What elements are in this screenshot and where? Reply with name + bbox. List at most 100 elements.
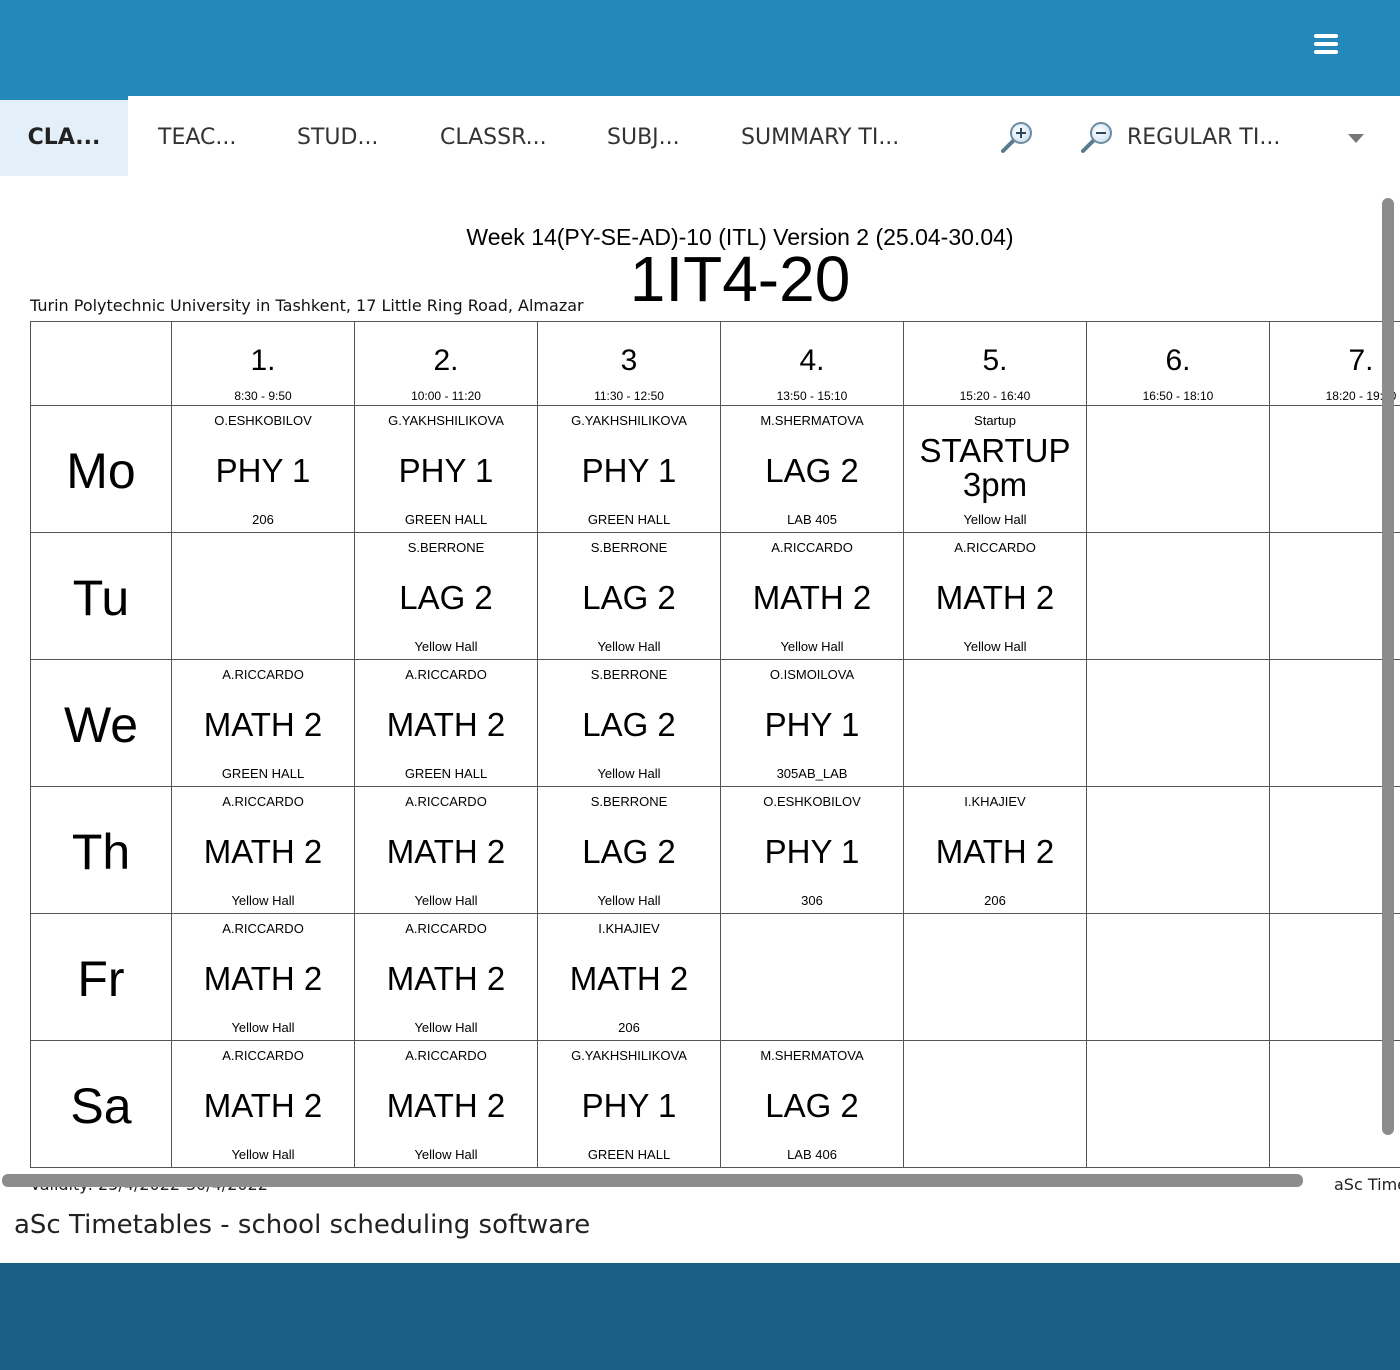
lesson-room: LAB 406 <box>787 1147 837 1162</box>
lesson-subject: LAG 2 <box>765 452 859 489</box>
lesson-subject: MATH 2 <box>935 579 1055 616</box>
empty-slot <box>1270 660 1400 787</box>
period-number: 5. <box>982 344 1008 377</box>
empty-slot <box>1087 914 1270 1041</box>
lesson-card[interactable]: A.RICCARDO MATH 2 Yellow Hall <box>172 787 355 914</box>
lesson-teacher: A.RICCARDO <box>405 667 487 682</box>
period-time: 8:30 - 9:50 <box>234 389 292 403</box>
lesson-teacher: I.KHAJIEV <box>964 794 1026 809</box>
day-row-header: We <box>30 660 172 787</box>
tab-classrooms[interactable]: CLASSR... <box>440 96 547 176</box>
lesson-subject: MATH 2 <box>386 706 506 743</box>
period-header: 4. 13:50 - 15:10 <box>721 321 904 406</box>
tab-students[interactable]: STUD... <box>297 96 378 176</box>
lesson-card[interactable]: G.YAKHSHILIKOVA PHY 1 GREEN HALL <box>538 1041 721 1168</box>
lesson-card[interactable]: A.RICCARDO MATH 2 Yellow Hall <box>355 1041 538 1168</box>
lesson-subject: LAG 2 <box>765 1087 859 1124</box>
lesson-card[interactable]: O.ESHKOBILOV PHY 1 206 <box>172 406 355 533</box>
lesson-card[interactable]: S.BERRONE LAG 2 Yellow Hall <box>538 660 721 787</box>
lesson-subject: PHY 1 <box>764 833 860 870</box>
lesson-room: GREEN HALL <box>587 512 671 527</box>
day-row-header: Th <box>30 787 172 914</box>
lesson-subject: MATH 2 <box>203 960 323 997</box>
lesson-card[interactable]: I.KHAJIEV MATH 2 206 <box>538 914 721 1041</box>
lesson-subject: PHY 1 <box>581 452 677 489</box>
lesson-card[interactable]: G.YAKHSHILIKOVA PHY 1 GREEN HALL <box>538 406 721 533</box>
view-select[interactable]: REGULAR TI... <box>1127 96 1280 176</box>
lesson-teacher: O.ISMOILOVA <box>769 667 855 682</box>
lesson-card[interactable]: I.KHAJIEV MATH 2 206 <box>904 787 1087 914</box>
footer-caption: aSc Timetables - school scheduling softw… <box>14 1210 591 1240</box>
lesson-card[interactable]: A.RICCARDO MATH 2 Yellow Hall <box>355 914 538 1041</box>
lesson-room: Yellow Hall <box>231 893 295 908</box>
horizontal-scrollbar[interactable] <box>2 1174 1303 1187</box>
lesson-teacher: O.ESHKOBILOV <box>214 413 312 428</box>
class-name: 1IT4-20 <box>629 243 851 315</box>
lesson-card[interactable]: G.YAKHSHILIKOVA PHY 1 GREEN HALL <box>355 406 538 533</box>
day-row-header: Fr <box>30 914 172 1041</box>
lesson-card[interactable]: A.RICCARDO MATH 2 GREEN HALL <box>355 660 538 787</box>
lesson-card[interactable]: A.RICCARDO MATH 2 Yellow Hall <box>172 1041 355 1168</box>
chevron-down-icon[interactable] <box>1348 134 1364 143</box>
school-address: Turin Polytechnic University in Tashkent… <box>30 296 584 315</box>
generator-text: aSc Time <box>1334 1175 1400 1194</box>
lesson-room: Yellow Hall <box>414 1147 478 1162</box>
day-label: Mo <box>66 443 136 499</box>
empty-slot <box>1087 787 1270 914</box>
empty-slot <box>904 1041 1087 1168</box>
zoom-in-icon[interactable] <box>1000 120 1034 154</box>
lesson-card[interactable]: M.SHERMATOVA LAG 2 LAB 405 <box>721 406 904 533</box>
lesson-subject: LAG 2 <box>582 579 676 616</box>
zoom-out-icon[interactable] <box>1080 120 1114 154</box>
lesson-subject: MATH 2 <box>386 960 506 997</box>
empty-slot <box>1270 533 1400 660</box>
timetable-viewer: Week 14(PY-SE-AD)-10 (ITL) Version 2 (25… <box>0 176 1400 1263</box>
lesson-card[interactable]: A.RICCARDO MATH 2 GREEN HALL <box>172 660 355 787</box>
lesson-card[interactable]: O.ISMOILOVA PHY 1 305AB_LAB <box>721 660 904 787</box>
lesson-card[interactable]: O.ESHKOBILOV PHY 1 306 <box>721 787 904 914</box>
lesson-subject: PHY 1 <box>215 452 311 489</box>
lesson-room: LAB 405 <box>787 512 837 527</box>
lesson-subject: LAG 2 <box>399 579 493 616</box>
empty-slot <box>1270 787 1400 914</box>
lesson-room: GREEN HALL <box>221 766 305 781</box>
tab-teachers[interactable]: TEAC... <box>158 96 236 176</box>
lesson-card[interactable]: A.RICCARDO MATH 2 Yellow Hall <box>721 533 904 660</box>
empty-slot <box>1087 533 1270 660</box>
lesson-subject: PHY 1 <box>398 452 494 489</box>
lesson-room: Yellow Hall <box>963 512 1027 527</box>
lesson-room: Yellow Hall <box>414 893 478 908</box>
empty-slot <box>1087 660 1270 787</box>
lesson-card[interactable]: A.RICCARDO MATH 2 Yellow Hall <box>172 914 355 1041</box>
lesson-card[interactable]: M.SHERMATOVA LAG 2 LAB 406 <box>721 1041 904 1168</box>
hamburger-menu-icon[interactable] <box>1312 32 1340 56</box>
day-row-header: Tu <box>30 533 172 660</box>
lesson-teacher: A.RICCARDO <box>405 921 487 936</box>
bottom-footer-bar <box>0 1263 1400 1370</box>
day-label: Fr <box>77 951 125 1007</box>
lesson-room: Yellow Hall <box>414 1020 478 1035</box>
day-row-header: Mo <box>30 406 172 533</box>
lesson-teacher: A.RICCARDO <box>222 794 304 809</box>
lesson-card[interactable]: A.RICCARDO MATH 2 Yellow Hall <box>355 787 538 914</box>
lesson-card[interactable]: S.BERRONE LAG 2 Yellow Hall <box>538 533 721 660</box>
period-time: 16:50 - 18:10 <box>1142 389 1214 403</box>
tab-classes[interactable]: CLA... <box>0 96 128 176</box>
tab-summary-timetable[interactable]: SUMMARY TI... <box>741 96 899 176</box>
period-number: 3 <box>620 344 638 377</box>
period-number: 6. <box>1165 344 1191 377</box>
period-header: 5. 15:20 - 16:40 <box>904 321 1087 406</box>
lesson-room: GREEN HALL <box>587 1147 671 1162</box>
lesson-card[interactable]: S.BERRONE LAG 2 Yellow Hall <box>355 533 538 660</box>
empty-slot <box>904 914 1087 1041</box>
day-label: Sa <box>70 1078 132 1134</box>
empty-slot <box>1270 406 1400 533</box>
lesson-card[interactable]: S.BERRONE LAG 2 Yellow Hall <box>538 787 721 914</box>
day-row-header: Sa <box>30 1041 172 1168</box>
period-time: 11:30 - 12:50 <box>594 389 664 403</box>
lesson-card[interactable]: A.RICCARDO MATH 2 Yellow Hall <box>904 533 1087 660</box>
lesson-card[interactable]: Startup STARTUP 3pm Yellow Hall <box>904 406 1087 533</box>
tab-subjects[interactable]: SUBJ... <box>607 96 680 176</box>
vertical-scrollbar[interactable] <box>1382 198 1394 1135</box>
lesson-teacher: S.BERRONE <box>590 540 668 555</box>
